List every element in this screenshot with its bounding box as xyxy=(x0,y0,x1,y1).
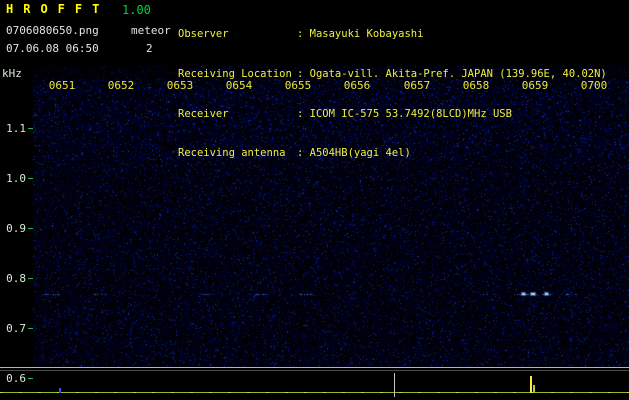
station-row-value: : Masayuki Kobayashi xyxy=(297,28,424,41)
time-label: 0653 xyxy=(166,79,194,92)
time-label: 0659 xyxy=(521,79,549,92)
time-label: 0654 xyxy=(225,79,253,92)
station-row-label: Receiving antenna xyxy=(178,147,286,160)
time-label: 0658 xyxy=(462,79,490,92)
station-info: Observer: Masayuki Kobayashi Receiving L… xyxy=(178,2,607,187)
meter-top-border xyxy=(0,367,629,368)
meteor-count: 2 xyxy=(146,42,153,55)
time-label: 0656 xyxy=(343,79,371,92)
level-spike xyxy=(394,373,395,397)
freq-label: 1.1 xyxy=(6,122,26,135)
time-label: 0651 xyxy=(48,79,76,92)
mode-label: meteor xyxy=(131,24,171,37)
time-label: 0700 xyxy=(580,79,608,92)
freq-tick xyxy=(28,178,33,179)
freq-tick xyxy=(28,228,33,229)
app-version: 1.00 xyxy=(122,3,151,17)
time-label: 0652 xyxy=(107,79,135,92)
station-row-label: Observer xyxy=(178,28,229,41)
time-label: 0655 xyxy=(284,79,312,92)
freq-tick xyxy=(28,278,33,279)
app-title: HROFFT xyxy=(6,2,110,16)
output-filename: 0706080650.png xyxy=(6,24,99,37)
hrofft-window: HROFFT 1.00 0706080650.png meteor 07.06.… xyxy=(0,0,629,400)
station-row-value: : ICOM IC-575 53.7492(8LCD)MHz USB xyxy=(297,107,512,120)
signal-baseline xyxy=(0,392,629,393)
freq-tick xyxy=(28,328,33,329)
freq-label: 1.0 xyxy=(6,172,26,185)
datetime-label: 07.06.08 06:50 xyxy=(6,42,99,55)
station-row: Receiver : ICOM IC-575 53.7492(8LCD)MHz U… xyxy=(178,108,607,121)
freq-label: 0.9 xyxy=(6,222,26,235)
freq-tick xyxy=(28,378,33,379)
freq-label: 0.7 xyxy=(6,322,26,335)
time-label: 0657 xyxy=(403,79,431,92)
meter-top-border-secondary xyxy=(0,370,629,371)
freq-label: 0.8 xyxy=(6,272,26,285)
level-spike xyxy=(530,376,532,393)
freq-label: 0.6 xyxy=(6,372,26,385)
freq-axis-unit: kHz xyxy=(2,67,22,80)
station-row-value: : A504HB(yagi 4el) xyxy=(297,147,411,160)
station-row: Observer : Masayuki Kobayashi xyxy=(178,28,607,41)
station-row: Receiving antenna : A504HB(yagi 4el) xyxy=(178,147,607,160)
station-row-label: Receiver xyxy=(178,107,229,120)
freq-tick xyxy=(28,128,33,129)
